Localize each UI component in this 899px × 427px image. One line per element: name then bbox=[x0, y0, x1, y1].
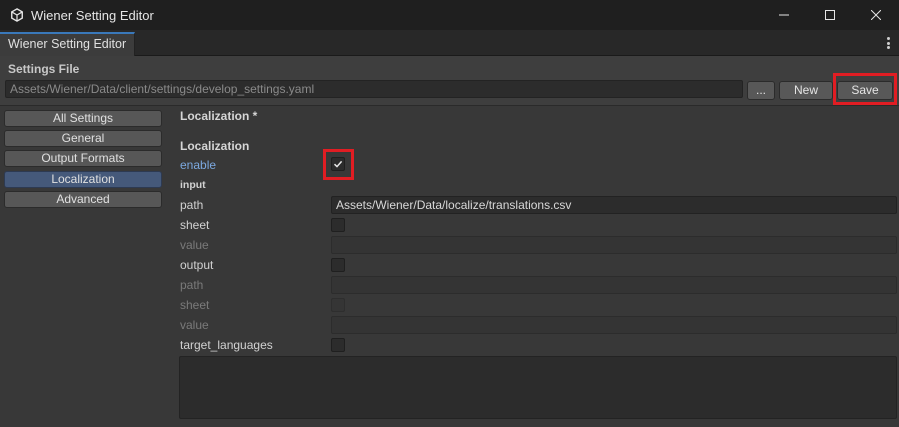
more-options-icon[interactable] bbox=[883, 34, 893, 52]
minimize-button[interactable] bbox=[761, 0, 807, 30]
output-sheet-checkbox bbox=[331, 298, 345, 312]
input-label: input bbox=[180, 179, 206, 191]
tab-strip: Wiener Setting Editor bbox=[0, 30, 899, 56]
title-bar: Wiener Setting Editor bbox=[0, 0, 899, 30]
settings-file-path-field[interactable]: Assets/Wiener/Data/client/settings/devel… bbox=[5, 80, 743, 98]
output-path-label: path bbox=[180, 278, 204, 292]
enable-highlight-box bbox=[323, 149, 354, 180]
settings-file-label: Settings File bbox=[8, 62, 80, 76]
output-sheet-label: sheet bbox=[180, 298, 210, 312]
sidebar: All Settings General Output Formats Loca… bbox=[0, 107, 168, 427]
save-highlight-box bbox=[833, 73, 897, 105]
output-label: output bbox=[180, 258, 214, 272]
new-button[interactable]: New bbox=[779, 81, 833, 100]
window-title: Wiener Setting Editor bbox=[31, 7, 154, 23]
input-sheet-label: sheet bbox=[180, 218, 210, 232]
output-value-field bbox=[331, 316, 897, 334]
input-value-label: value bbox=[180, 238, 209, 252]
maximize-icon bbox=[825, 10, 835, 20]
enable-label: enable bbox=[180, 158, 217, 172]
sidebar-item-localization[interactable]: Localization bbox=[4, 171, 162, 188]
input-sheet-checkbox[interactable] bbox=[331, 218, 345, 232]
target-languages-label: target_languages bbox=[180, 338, 273, 352]
target-languages-checkbox[interactable] bbox=[331, 338, 345, 352]
close-icon bbox=[871, 10, 881, 20]
browse-button[interactable]: ... bbox=[747, 81, 775, 100]
sidebar-item-all-settings[interactable]: All Settings bbox=[4, 110, 162, 127]
output-value-label: value bbox=[180, 318, 209, 332]
sidebar-item-output-formats[interactable]: Output Formats bbox=[4, 150, 162, 167]
close-button[interactable] bbox=[853, 0, 899, 30]
unity-logo-icon bbox=[11, 8, 23, 22]
input-path-field[interactable]: Assets/Wiener/Data/localize/translations… bbox=[331, 196, 897, 214]
section-title: Localization bbox=[180, 139, 250, 153]
output-checkbox[interactable] bbox=[331, 258, 345, 272]
maximize-button[interactable] bbox=[807, 0, 853, 30]
input-path-label: path bbox=[180, 198, 204, 212]
target-languages-list[interactable] bbox=[179, 356, 897, 419]
page-title: Localization * bbox=[180, 109, 258, 123]
sidebar-item-advanced[interactable]: Advanced bbox=[4, 191, 162, 208]
minimize-icon bbox=[779, 14, 789, 16]
tab-wiener-setting-editor[interactable]: Wiener Setting Editor bbox=[0, 32, 136, 56]
window-controls bbox=[761, 0, 899, 30]
output-path-field bbox=[331, 276, 897, 294]
sidebar-item-general[interactable]: General bbox=[4, 130, 162, 147]
input-value-field bbox=[331, 236, 897, 254]
